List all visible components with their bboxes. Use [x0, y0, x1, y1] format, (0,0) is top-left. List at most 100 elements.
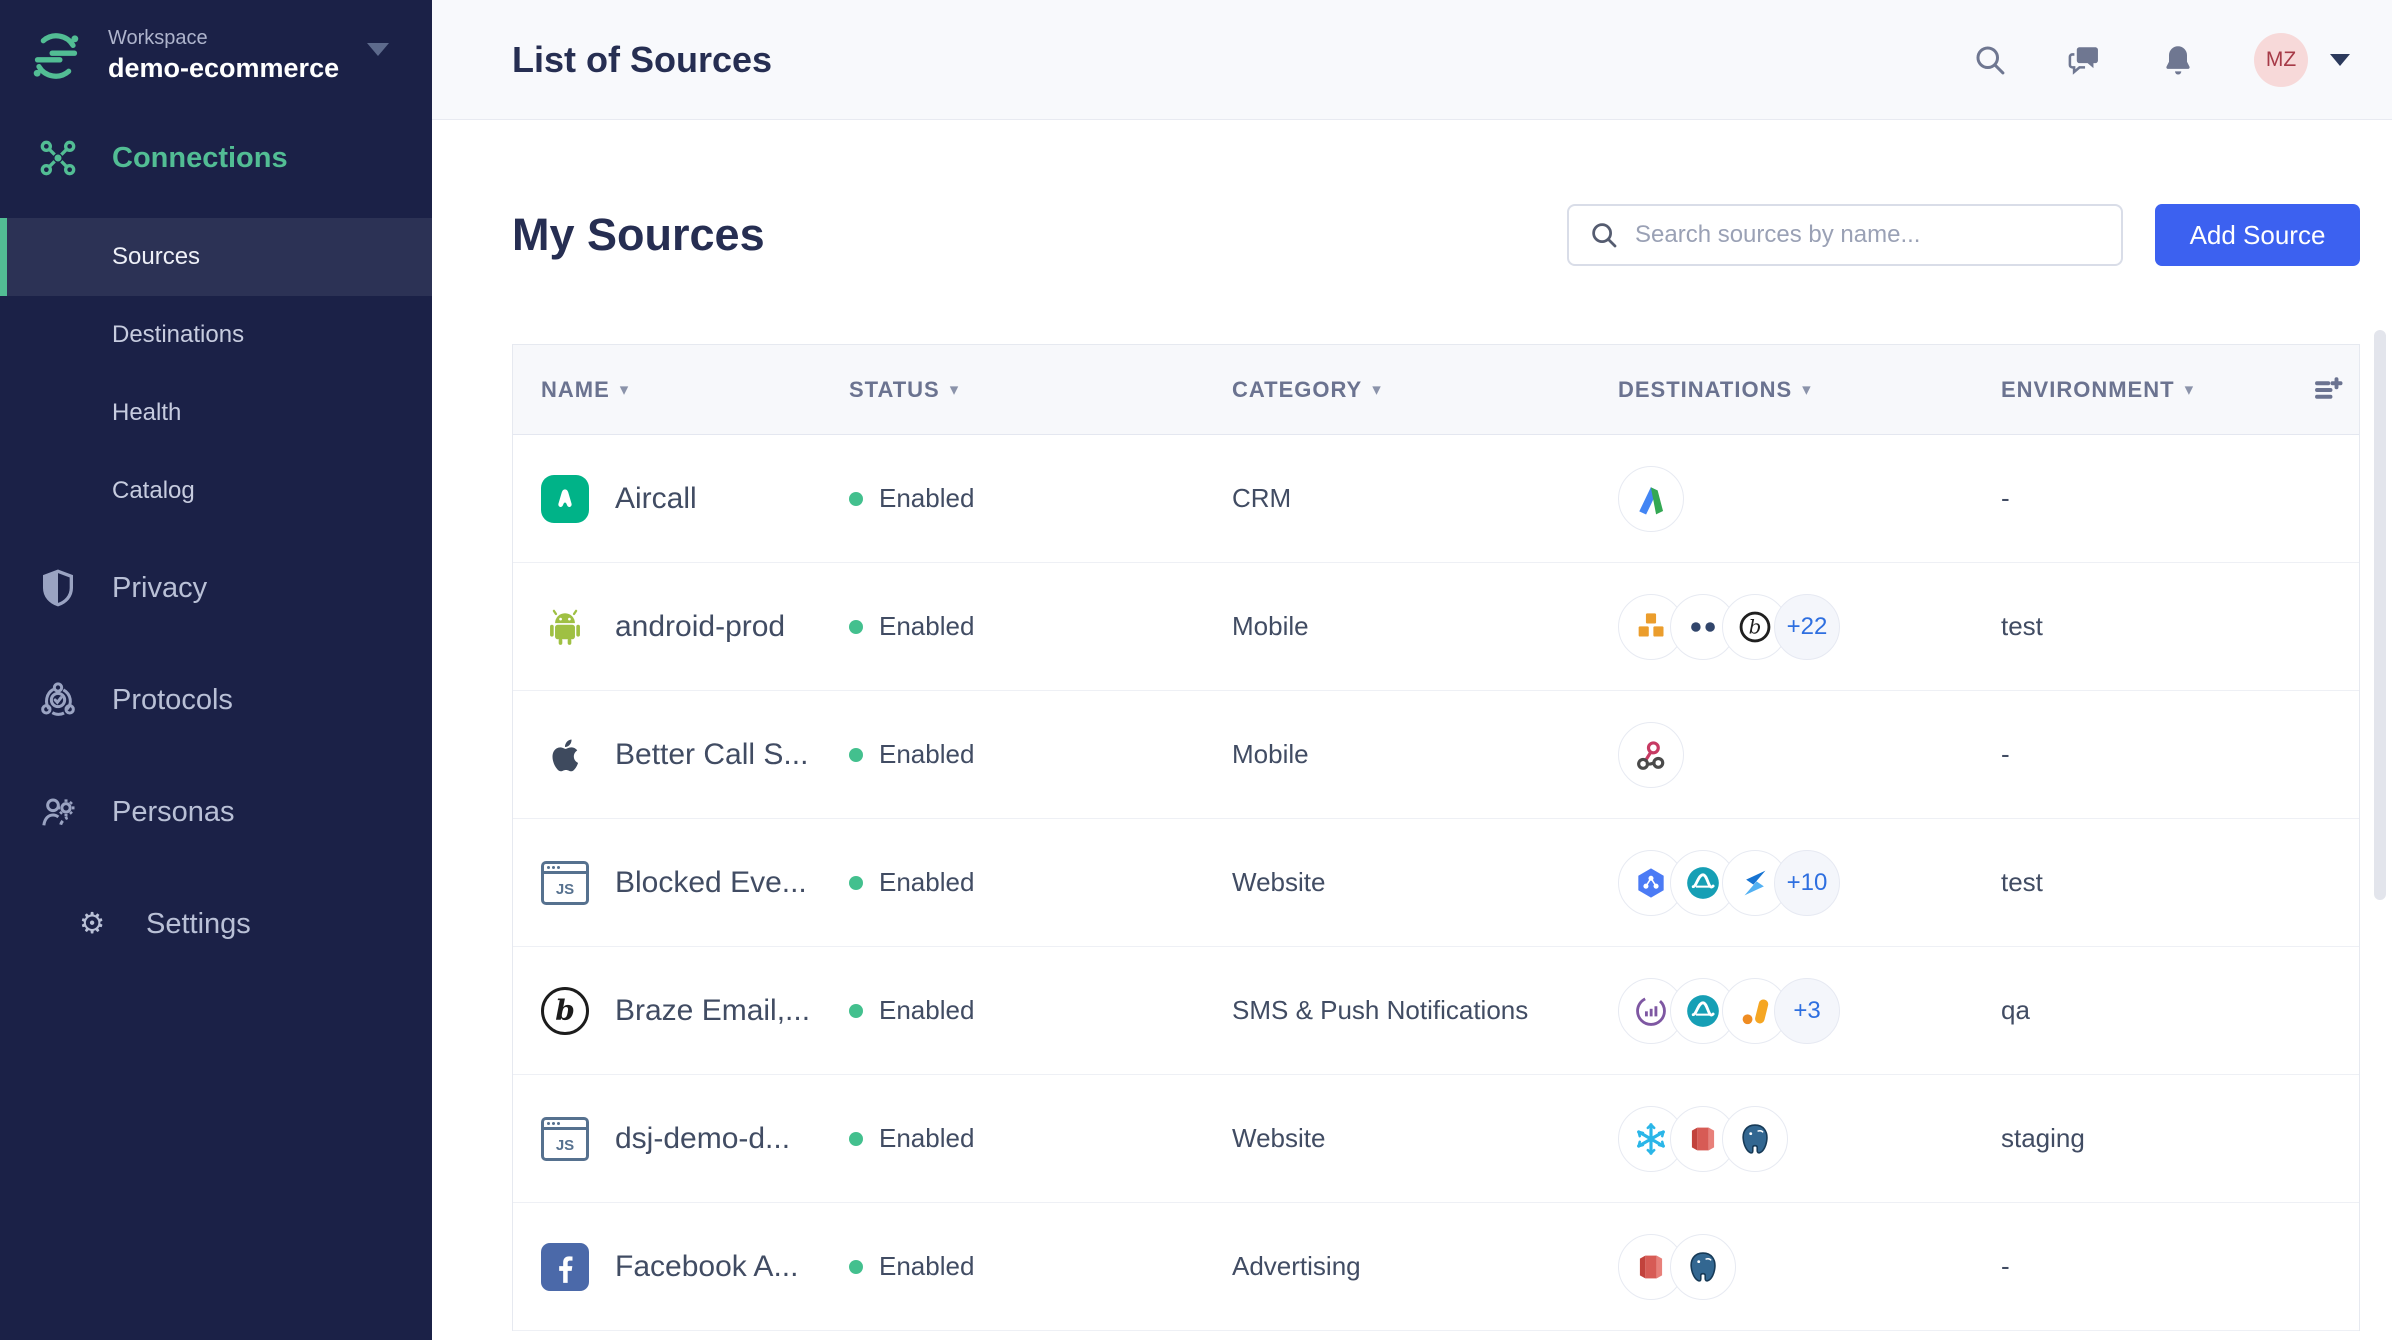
search-icon [1592, 223, 1617, 248]
sidebar-main-links: Privacy Protocols Personas ⚙ Settings [0, 532, 432, 980]
column-label: CATEGORY [1232, 376, 1363, 402]
sidebar: Workspace demo-ecommerce Connections Sou… [0, 0, 432, 1340]
table-row[interactable]: Facebook A... Enabled Advertising - [513, 1203, 2359, 1331]
environment-text: - [2001, 483, 2010, 513]
table-row[interactable]: Better Call S... Enabled Mobile - [513, 691, 2359, 819]
source-name: android-prod [615, 609, 786, 643]
workspace-caret-icon [367, 42, 390, 56]
sidebar-item-health[interactable]: Health [0, 374, 432, 452]
sidebar-item-protocols[interactable]: Protocols [0, 644, 432, 756]
column-header-category[interactable]: CATEGORY ▾ [1232, 377, 1618, 403]
gear-icon: ⚙ [79, 908, 105, 941]
table-row[interactable]: android-prod Enabled Mobile b +22 test [513, 563, 2359, 691]
add-source-button[interactable]: Add Source [2155, 204, 2360, 266]
sidebar-item-label: Settings [146, 907, 251, 940]
top-header: List of Sources MZ [432, 0, 2392, 120]
source-name: Blocked Eve... [615, 865, 807, 899]
status-dot [849, 747, 863, 762]
js-browser-icon: JS [541, 859, 589, 907]
sidebar-item-catalog[interactable]: Catalog [0, 452, 432, 530]
connections-subnav: Sources Destinations Health Catalog [0, 218, 432, 530]
table-row[interactable]: b Braze Email,... Enabled SMS & Push Not… [513, 947, 2359, 1075]
webhook-icon[interactable] [1618, 721, 1684, 788]
scrollbar-thumb[interactable] [2374, 330, 2386, 900]
status-text: Enabled [879, 483, 975, 513]
status-dot [849, 1003, 863, 1018]
category-text: Website [1232, 867, 1326, 897]
sources-table: NAME ▾ STATUS ▾ CATEGORY ▾ DESTINATIONS ▾ EN… [512, 344, 2360, 1331]
category-text: SMS & Push Notifications [1232, 995, 1529, 1025]
column-label: STATUS [849, 376, 940, 402]
braze-icon: b [541, 986, 589, 1035]
column-header-destinations[interactable]: DESTINATIONS ▾ [1618, 377, 2001, 403]
sidebar-item-label: Privacy [112, 571, 208, 604]
chevron-down-icon [2330, 53, 2350, 66]
status-dot [849, 491, 863, 506]
status-text: Enabled [879, 1123, 975, 1153]
environment-text: - [2001, 739, 2010, 769]
edit-columns-icon[interactable] [2311, 372, 2347, 408]
status-text: Enabled [879, 867, 975, 897]
avatar[interactable]: MZ [2254, 32, 2308, 87]
status-dot [849, 1259, 863, 1274]
sidebar-item-settings[interactable]: ⚙ Settings [0, 868, 432, 980]
sidebar-item-connections[interactable]: Connections [0, 122, 432, 194]
environment-text: staging [2001, 1123, 2085, 1153]
destinations-cluster: b +22 [1618, 593, 2001, 660]
status-text: Enabled [879, 739, 975, 769]
page-title: My Sources [512, 209, 765, 260]
search-input[interactable] [1635, 221, 2101, 249]
status-dot [849, 1131, 863, 1146]
google-ads-icon[interactable] [1618, 465, 1684, 532]
category-text: Website [1232, 1123, 1326, 1153]
bell-icon[interactable] [2160, 42, 2196, 78]
environment-text: test [2001, 867, 2043, 897]
sidebar-item-destinations[interactable]: Destinations [0, 296, 432, 374]
table-row[interactable]: Aircall Enabled CRM - [513, 435, 2359, 563]
search-icon[interactable] [1972, 42, 2008, 78]
column-header-status[interactable]: STATUS ▾ [849, 377, 1232, 403]
facebook-icon [541, 1242, 589, 1291]
apple-icon [541, 731, 589, 779]
destinations-cluster [1618, 1105, 2001, 1172]
svg-text:b: b [1749, 615, 1762, 638]
destinations-overflow-badge[interactable]: +10 [1774, 849, 1840, 916]
sidebar-item-label: Catalog [112, 477, 195, 505]
sidebar-item-label: Protocols [112, 683, 233, 716]
chat-icon[interactable] [2066, 42, 2102, 78]
sidebar-item-privacy[interactable]: Privacy [0, 532, 432, 644]
workspace-name: demo-ecommerce [108, 53, 340, 83]
environment-text: - [2001, 1251, 2010, 1281]
sidebar-item-label: Destinations [112, 321, 245, 349]
personas-icon [42, 798, 75, 826]
postgres-icon[interactable] [1722, 1105, 1788, 1172]
sort-caret-icon: ▾ [2184, 379, 2195, 399]
table-row[interactable]: JS dsj-demo-d... Enabled Website staging [513, 1075, 2359, 1203]
workspace-switcher[interactable]: Workspace demo-ecommerce [0, 0, 432, 106]
source-name: Facebook A... [615, 1249, 799, 1283]
column-header-environment[interactable]: ENVIRONMENT ▾ [2001, 377, 2311, 403]
sidebar-item-sources[interactable]: Sources [0, 218, 432, 297]
workspace-label: Workspace [108, 27, 208, 49]
category-text: Mobile [1232, 611, 1309, 641]
source-name: Better Call S... [615, 737, 809, 771]
column-label: NAME [541, 376, 610, 402]
category-text: Mobile [1232, 739, 1309, 769]
sidebar-item-label: Personas [112, 795, 235, 828]
destinations-overflow-badge[interactable]: +22 [1774, 593, 1840, 660]
table-row[interactable]: JS Blocked Eve... Enabled Website +10 te… [513, 819, 2359, 947]
main-area: List of Sources MZ My Sources Add Source [432, 0, 2392, 1340]
shield-icon [43, 569, 73, 607]
column-header-name[interactable]: NAME ▾ [541, 377, 849, 403]
status-dot [849, 619, 863, 634]
sidebar-item-label: Connections [112, 141, 288, 174]
column-label: DESTINATIONS [1618, 376, 1793, 402]
postgres-icon[interactable] [1670, 1233, 1736, 1300]
sidebar-item-personas[interactable]: Personas [0, 756, 432, 868]
user-menu[interactable]: MZ [2254, 32, 2350, 87]
sources-search [1567, 204, 2123, 266]
destinations-cluster [1618, 1233, 2001, 1300]
aircall-icon [541, 474, 589, 523]
destinations-overflow-badge[interactable]: +3 [1774, 977, 1840, 1044]
segment-logo-icon [33, 33, 79, 79]
